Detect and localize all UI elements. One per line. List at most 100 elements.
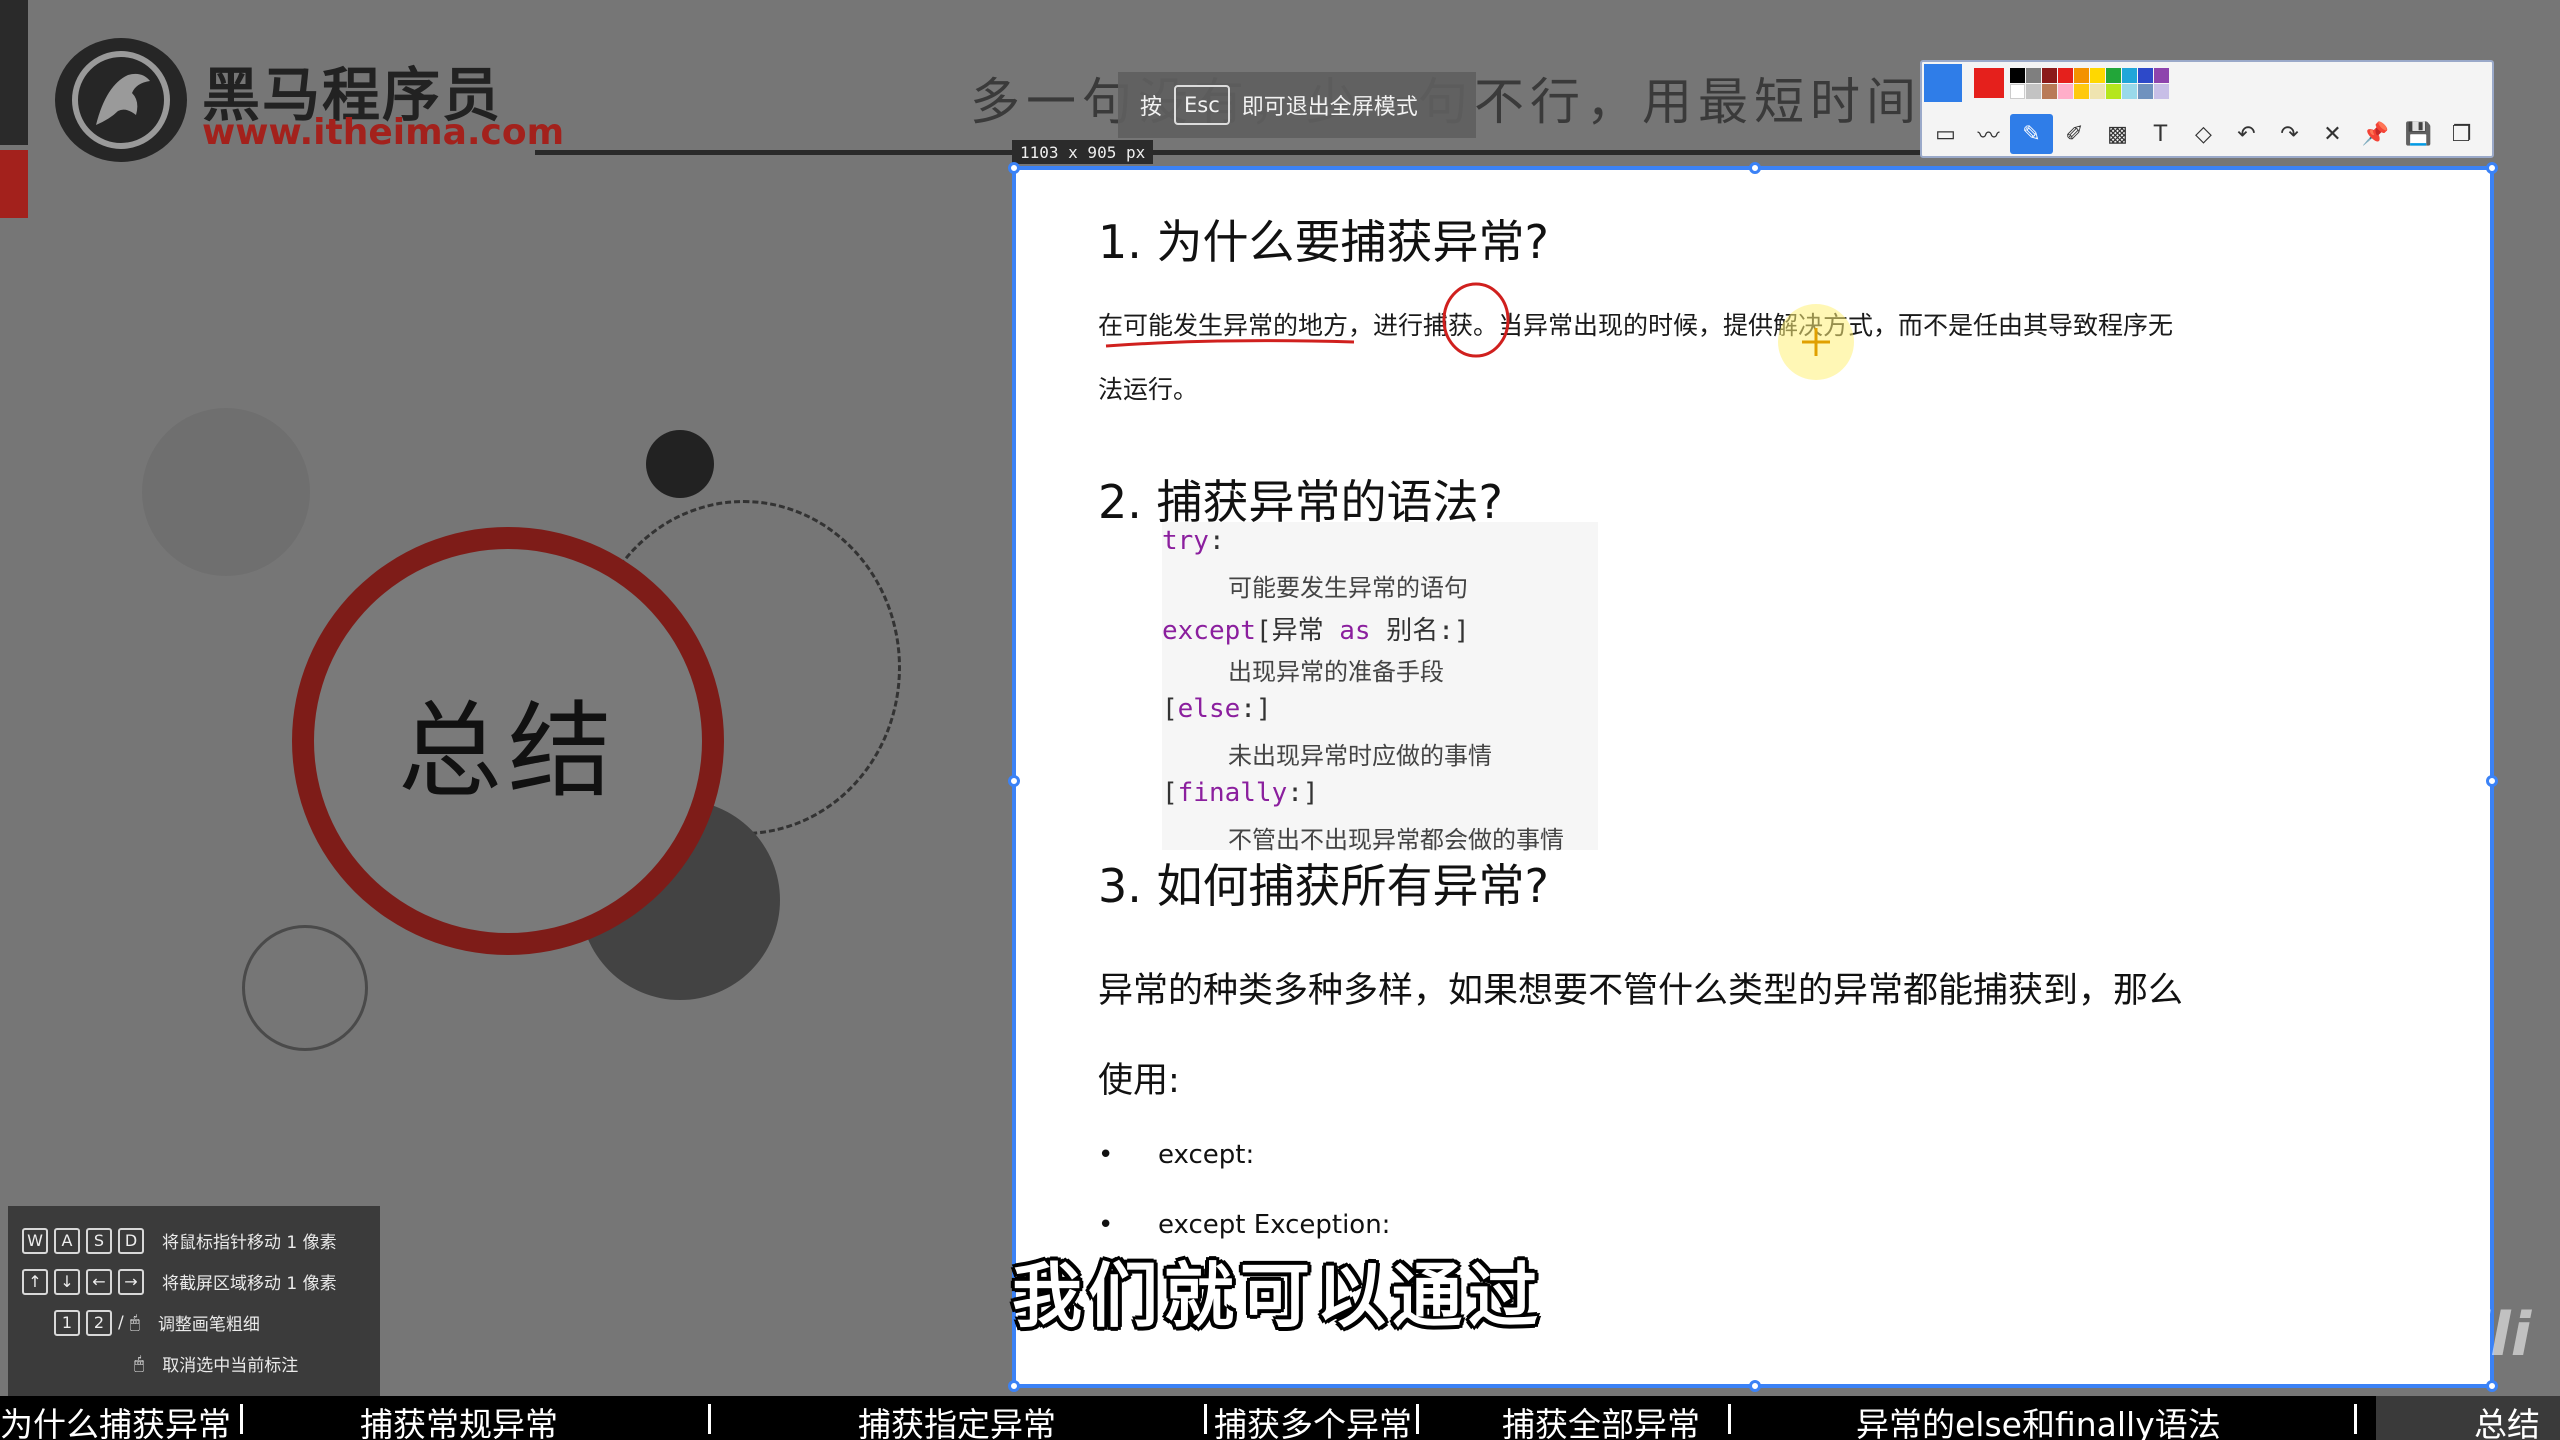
color-swatch[interactable]	[2074, 84, 2089, 99]
chapter-separator	[1204, 1404, 1207, 1434]
chapter-item[interactable]: 为什么捕获异常	[0, 1398, 231, 1440]
chapter-item[interactable]: 捕获常规异常	[360, 1398, 558, 1440]
color-swatch[interactable]	[2010, 68, 2025, 83]
color-swatch[interactable]	[2090, 68, 2105, 83]
chapter-bar: 为什么捕获异常 捕获常规异常 捕获指定异常 捕获多个异常 捕获全部异常 异常的e…	[0, 1396, 2560, 1440]
bullet-text: except:	[1158, 1140, 1255, 1170]
line-icon[interactable]: 〰	[1967, 114, 2010, 154]
undo-icon[interactable]: ↶	[2225, 114, 2268, 154]
chapter-item[interactable]: 异常的else和finally语法	[1856, 1398, 2221, 1440]
decor-circle-black	[646, 430, 714, 498]
text-icon[interactable]: T	[2139, 114, 2182, 154]
rect-icon[interactable]: ▭	[1924, 114, 1967, 154]
resize-handle[interactable]	[1749, 162, 1761, 174]
current-color-swatch[interactable]	[1974, 68, 2004, 98]
shortcut-row: W A S D 将鼠标指针移动 1 像素	[22, 1220, 366, 1261]
key-w: W	[22, 1227, 48, 1254]
esc-hint-suffix: 即可退出全屏模式	[1241, 95, 1418, 120]
accent-bar-dark	[0, 0, 28, 145]
color-swatch[interactable]	[2154, 84, 2169, 99]
eraser-icon[interactable]: ◇	[2182, 114, 2225, 154]
code-comment: 可能要发生异常的语句	[1228, 574, 1468, 602]
copy-icon[interactable]: ❐	[2440, 114, 2483, 154]
color-swatch[interactable]	[2074, 68, 2089, 83]
bilibili-watermark: bilibili	[2322, 1300, 2532, 1370]
section3-line2: 使用:	[1098, 1061, 1180, 1101]
resize-handle[interactable]	[1008, 162, 1020, 174]
keyword: finally	[1177, 778, 1288, 808]
color-swatch[interactable]	[2122, 68, 2137, 83]
resize-handle[interactable]	[2486, 775, 2498, 787]
chapter-item-active[interactable]: 总结	[2376, 1396, 2560, 1440]
pen-icon[interactable]: ✎	[2010, 114, 2053, 154]
color-swatch[interactable]	[2058, 84, 2073, 99]
document-capture[interactable]: 1. 为什么要捕获异常? 在可能发生异常的地方，进行捕获。当异常出现的时候，提供…	[1008, 162, 2498, 1392]
shortcut-text: 调整画笔粗细	[157, 1315, 260, 1335]
color-swatch[interactable]	[2122, 84, 2137, 99]
color-swatch[interactable]	[2058, 68, 2073, 83]
chapter-item[interactable]: 捕获全部异常	[1502, 1398, 1700, 1440]
keyword: except	[1162, 616, 1256, 646]
key-s: S	[86, 1227, 112, 1254]
color-swatch[interactable]	[2138, 68, 2153, 83]
pin-icon[interactable]: 📌	[2354, 114, 2397, 154]
code-comment: 出现异常的准备手段	[1228, 658, 1444, 686]
code-line: [finally:]	[1162, 778, 1319, 808]
code-text: [	[1162, 778, 1178, 808]
underline-mark	[1105, 339, 1355, 348]
color-swatch[interactable]	[2138, 84, 2153, 99]
color-swatch[interactable]	[2026, 84, 2041, 99]
color-swatch[interactable]	[2090, 84, 2105, 99]
logo-url: www.itheima.com	[202, 112, 565, 153]
bullet-dot-icon: •	[1098, 1210, 1114, 1240]
key-up: ↑	[22, 1268, 48, 1295]
chapter-item[interactable]: 捕获多个异常	[1214, 1398, 1412, 1440]
color-swatch[interactable]	[2010, 84, 2025, 99]
chapter-separator	[1416, 1404, 1419, 1434]
chapter-separator	[1728, 1404, 1731, 1434]
selection-size-label: 1103 x 905 px	[1012, 140, 1154, 164]
code-text: 别名:]	[1370, 616, 1470, 646]
pen-size-button[interactable]	[1924, 64, 1962, 102]
resize-handle[interactable]	[1008, 775, 1020, 787]
key-left: ←	[86, 1268, 112, 1295]
code-text: :]	[1240, 694, 1272, 724]
marker-icon[interactable]: ✐	[2053, 114, 2096, 154]
key-separator: /	[118, 1312, 124, 1333]
color-swatch[interactable]	[2026, 68, 2041, 83]
shortcut-text: 将截屏区域移动 1 像素	[162, 1274, 337, 1294]
color-swatch[interactable]	[2154, 68, 2169, 83]
redo-icon[interactable]: ↷	[2268, 114, 2311, 154]
resize-handle[interactable]	[2486, 162, 2498, 174]
summary-ring: 总结	[292, 527, 724, 955]
key-d: D	[118, 1227, 144, 1254]
esc-hint-prefix: 按	[1140, 95, 1163, 120]
close-icon[interactable]: ✕	[2311, 114, 2354, 154]
color-swatch[interactable]	[2106, 84, 2121, 99]
key-right: →	[118, 1268, 144, 1295]
color-swatch[interactable]	[2042, 84, 2057, 99]
resize-handle[interactable]	[2486, 1380, 2498, 1392]
chapter-separator	[2354, 1404, 2357, 1434]
annotation-toolbar: ▭ 〰 ✎ ✐ ▩ T ◇ ↶ ↷ ✕ 📌 💾 ❐	[1920, 60, 2494, 158]
color-swatch[interactable]	[2106, 68, 2121, 83]
bullet-item: • except Exception:	[1098, 1210, 1390, 1240]
color-swatch[interactable]	[2042, 68, 2057, 83]
resize-handle[interactable]	[1749, 1380, 1761, 1392]
shortcut-text: 取消选中当前标注	[162, 1356, 299, 1376]
key-down: ↓	[54, 1268, 80, 1295]
mouse-click-icon: 🖱	[134, 1353, 145, 1374]
mosaic-icon[interactable]: ▩	[2096, 114, 2139, 154]
resize-handle[interactable]	[1008, 1380, 1020, 1392]
code-text: [	[1162, 694, 1178, 724]
code-comment: 未出现异常时应做的事情	[1228, 742, 1492, 770]
shortcut-text: 将鼠标指针移动 1 像素	[162, 1233, 337, 1253]
horse-logo-icon	[55, 38, 187, 162]
save-icon[interactable]: 💾	[2397, 114, 2440, 154]
chapter-separator	[708, 1404, 711, 1434]
mouse-wheel-icon: 🖱	[129, 1312, 140, 1333]
code-line: except[异常 as 别名:]	[1162, 610, 1470, 647]
section3-line1: 异常的种类多种多样，如果想要不管什么类型的异常都能捕获到，那么	[1098, 971, 2184, 1011]
chapter-item[interactable]: 捕获指定异常	[858, 1398, 1056, 1440]
code-text: :	[1208, 526, 1225, 556]
